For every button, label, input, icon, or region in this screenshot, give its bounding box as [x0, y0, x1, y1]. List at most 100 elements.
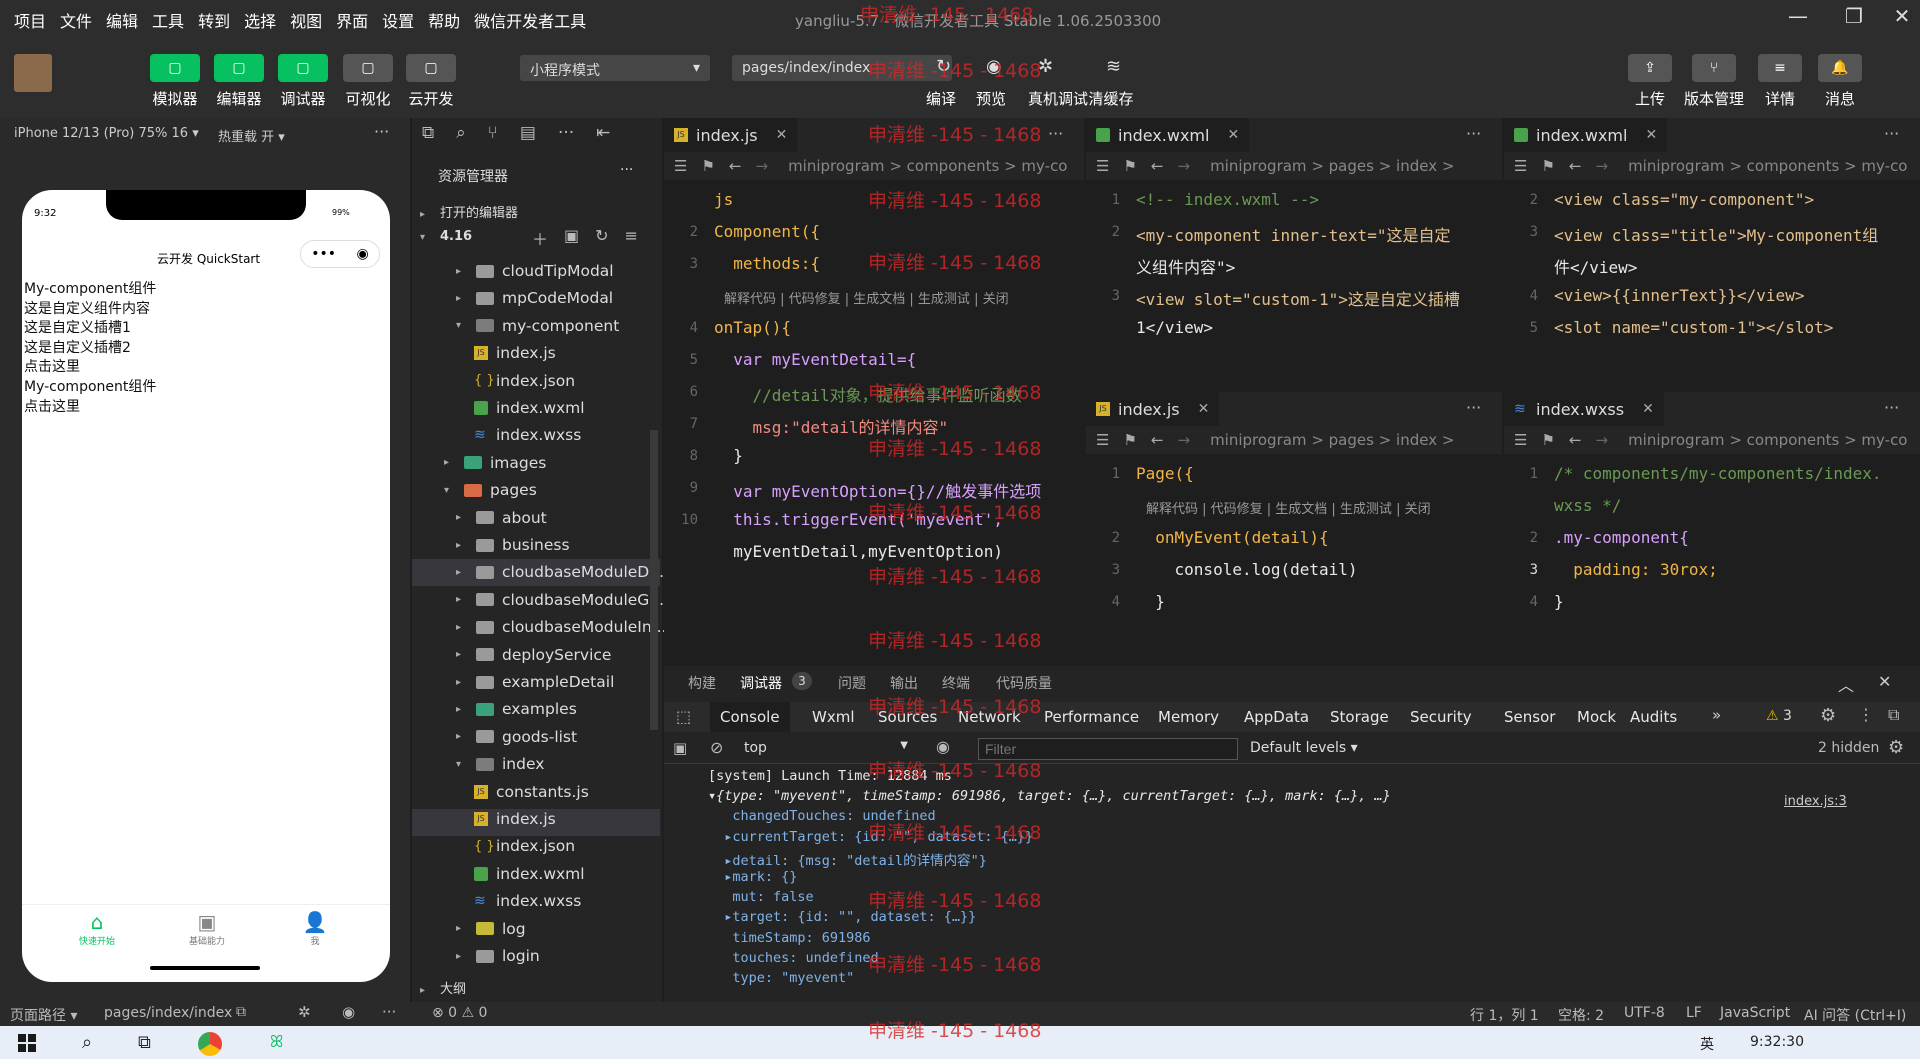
panel-tab[interactable]: 调试器 — [740, 673, 782, 693]
more-icon[interactable]: ··· — [558, 123, 574, 143]
menu-item[interactable]: 工具 — [152, 8, 184, 32]
menu-item[interactable]: 帮助 — [428, 8, 460, 32]
console-line[interactable]: changedTouches: undefined — [708, 808, 935, 824]
details-icon-button[interactable]: ≡ — [1758, 54, 1802, 82]
eol[interactable]: LF — [1686, 1005, 1702, 1021]
language-mode[interactable]: JavaScript — [1720, 1005, 1790, 1021]
devtools-tab-security[interactable]: Security — [1410, 702, 1472, 732]
console-line[interactable]: touches: undefined — [708, 950, 878, 966]
mode-select[interactable]: 小程序模式 ▾ — [520, 55, 710, 81]
forward-icon[interactable]: → — [1177, 431, 1190, 449]
menu-item[interactable]: 编辑 — [106, 8, 138, 32]
editor-more-icon[interactable]: ··· — [1466, 398, 1481, 417]
tree-item[interactable]: ▸ images — [444, 450, 546, 476]
tree-item[interactable]: ≋ index.wxss — [474, 422, 581, 448]
maximize-panel-icon[interactable]: ︿ — [1838, 672, 1854, 696]
toolbar-button-3[interactable]: ▢ — [343, 54, 393, 82]
cursor-position[interactable]: 行 1，列 1 — [1470, 1005, 1539, 1025]
bookmark-icon[interactable]: ⚑ — [1541, 157, 1554, 175]
devtools-tab-performance[interactable]: Performance — [1044, 702, 1139, 732]
devtools-tab-memory[interactable]: Memory — [1158, 702, 1219, 732]
list-icon[interactable]: ☰ — [1096, 157, 1109, 175]
tree-item[interactable]: ▸ cloudbaseModuleD... — [456, 559, 664, 585]
codelens[interactable]: 解释代码 | 代码修复 | 生成文档 | 生成测试 | 关闭 — [724, 288, 1009, 307]
console-filter-input[interactable] — [978, 738, 1238, 760]
tabbar-item[interactable]: ⌂ 快速开始 — [62, 910, 132, 947]
source-link[interactable]: index.js:3 — [1784, 794, 1847, 809]
devtools-tab-console[interactable]: Console — [710, 702, 790, 732]
tree-item[interactable]: JS index.js — [474, 340, 556, 366]
console-line[interactable]: ▸mark: {} — [708, 869, 797, 885]
toolbar-label[interactable]: 清缓存 — [1084, 88, 1138, 109]
back-icon[interactable]: ← — [1151, 431, 1164, 449]
path-select[interactable]: pages/index/index — [732, 55, 952, 81]
content-line[interactable]: 点击这里 — [24, 396, 80, 416]
search-icon[interactable]: ⌕ — [456, 123, 466, 143]
menu-item[interactable]: 界面 — [336, 8, 368, 32]
back-icon[interactable]: ← — [1569, 431, 1582, 449]
tree-item[interactable]: index.wxml — [474, 395, 585, 421]
collapse-panel-icon[interactable]: ⇤ — [596, 123, 610, 143]
forward-icon[interactable]: → — [1595, 431, 1608, 449]
capsule-close-icon[interactable]: ◉ — [357, 246, 369, 262]
editor-tab[interactable]: ≋ index.wxss ✕ — [1504, 392, 1664, 426]
console-line[interactable]: type: "myevent" — [708, 970, 854, 986]
toolbar-button-2[interactable]: ▢ — [278, 54, 328, 82]
devtools-tab-wxml[interactable]: Wxml — [812, 702, 855, 732]
devtools-tab-storage[interactable]: Storage — [1330, 702, 1389, 732]
devtools-tab-sensor[interactable]: Sensor — [1504, 702, 1555, 732]
sidebar-toggle-icon[interactable]: ▣ — [673, 739, 687, 757]
tree-item[interactable]: JS constants.js — [474, 779, 589, 805]
panel-tab[interactable]: 代码质量 — [996, 673, 1052, 693]
panel-tab[interactable]: 输出 — [890, 673, 918, 693]
tree-item[interactable]: ▸ about — [456, 505, 547, 531]
ai-assistant[interactable]: AI 问答 (Ctrl+I) — [1804, 1005, 1906, 1025]
search-taskbar-icon[interactable]: ⌕ — [82, 1032, 92, 1053]
context-select[interactable]: top ▼ — [744, 740, 914, 760]
toolbar-button-1[interactable]: ▢ — [214, 54, 264, 82]
clear-cache-icon[interactable]: ≋ — [1106, 56, 1121, 77]
files-icon[interactable]: ⧉ — [422, 123, 434, 143]
explorer-more-icon[interactable]: ··· — [620, 162, 633, 178]
menu-item[interactable]: 文件 — [60, 8, 92, 32]
tree-item[interactable]: ▸ cloudbaseModuleIn... — [456, 614, 666, 640]
task-view-icon[interactable]: ⧉ — [138, 1032, 151, 1053]
panel-tab[interactable]: 终端 — [942, 673, 970, 693]
eye-icon[interactable]: ◉ — [936, 737, 950, 756]
bookmark-icon[interactable]: ⚑ — [1123, 157, 1136, 175]
close-tab-icon[interactable]: ✕ — [1198, 401, 1210, 417]
content-line[interactable]: 点击这里 — [24, 356, 80, 376]
menu-item[interactable]: 微信开发者工具 — [474, 8, 586, 32]
upload-icon-button[interactable]: ⇪ — [1628, 54, 1672, 82]
tree-item[interactable]: ▸ mpCodeModal — [456, 285, 613, 311]
tree-item[interactable]: ≋ index.wxss — [474, 888, 581, 914]
tree-item[interactable]: ▸ log — [456, 916, 526, 942]
open-editors-section[interactable]: ▸ 打开的编辑器 — [420, 202, 518, 221]
tree-item[interactable]: ▸ exampleDetail — [456, 669, 614, 695]
chrome-icon[interactable] — [198, 1032, 222, 1056]
close-tab-icon[interactable]: ✕ — [776, 127, 788, 143]
tree-item[interactable]: ▾ pages — [444, 477, 537, 503]
console-line[interactable]: ▸detail: {msg: "detail的详情内容"} — [708, 849, 987, 869]
capsule-more-icon[interactable]: ••• — [311, 246, 336, 262]
toolbar-button-0[interactable]: ▢ — [150, 54, 200, 82]
editor-tab[interactable]: JS index.js ✕ — [1086, 392, 1220, 426]
version-icon-button[interactable]: ⑂ — [1692, 54, 1736, 82]
tree-item[interactable]: JS index.js — [474, 806, 556, 832]
refresh-icon[interactable]: ↻ — [595, 226, 608, 250]
toolbar-label[interactable]: 版本管理 — [1678, 88, 1750, 109]
panel-tab[interactable]: 问题 — [838, 673, 866, 693]
kebab-icon[interactable]: ⋮ — [1858, 705, 1874, 724]
tabbar-item[interactable]: 👤 我 — [280, 910, 350, 947]
bookmark-icon[interactable]: ⚑ — [1123, 431, 1136, 449]
console-line[interactable]: ▸currentTarget: {id: "", dataset: {…}} — [708, 829, 1033, 845]
windows-start-icon[interactable] — [18, 1034, 36, 1052]
remote-debug-icon[interactable]: ✲ — [1038, 56, 1053, 77]
editor-more-icon[interactable]: ··· — [1048, 124, 1063, 143]
menu-item[interactable]: 视图 — [290, 8, 322, 32]
explorer-scrollbar[interactable] — [650, 430, 658, 730]
new-file-icon[interactable]: ＋ — [532, 226, 548, 250]
tabbar-item[interactable]: ▣ 基础能力 — [172, 910, 242, 947]
tree-item[interactable]: index.wxml — [474, 861, 585, 887]
close-tab-icon[interactable]: ✕ — [1645, 127, 1657, 143]
